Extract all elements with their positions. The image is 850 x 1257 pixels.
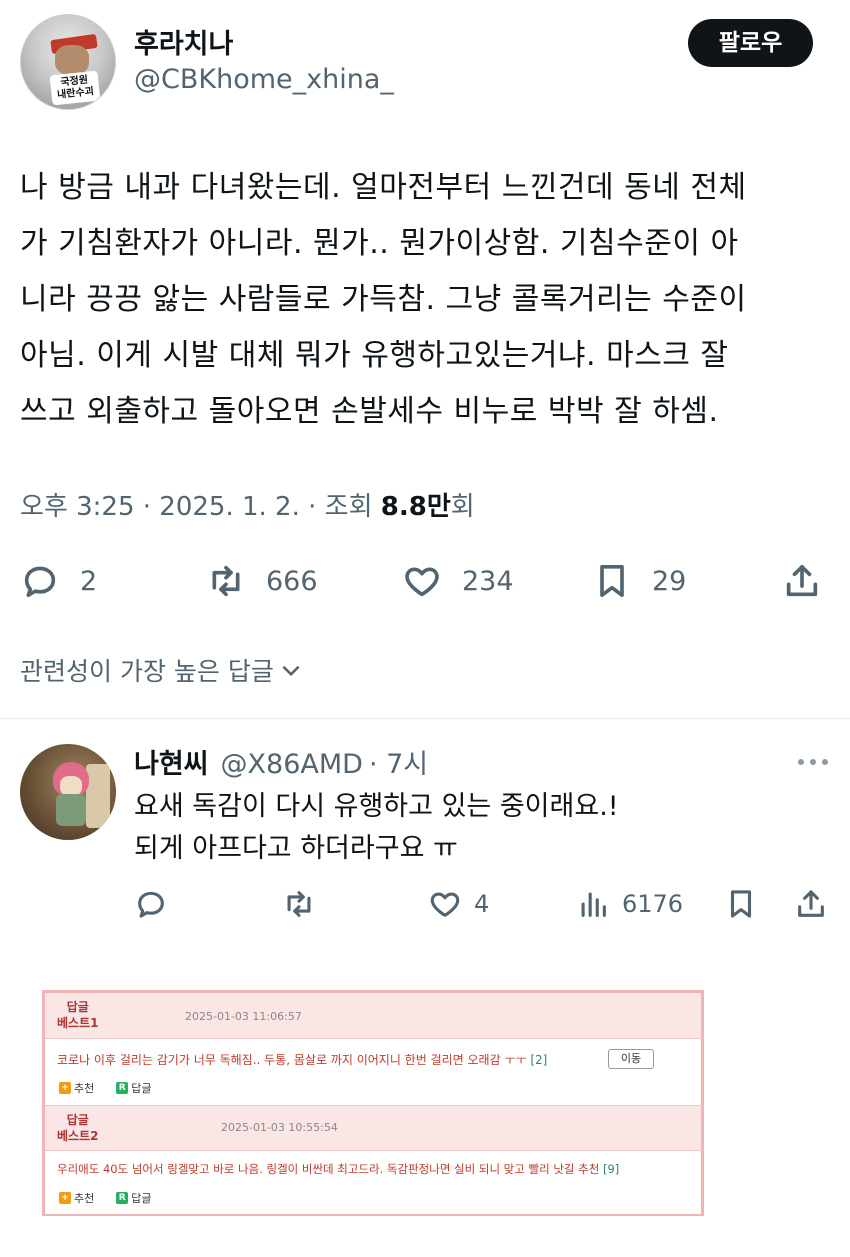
- tweet-text: 나 방금 내과 다녀왔는데. 얼마전부터 느낀건데 동네 전체 가 기침환자가 …: [20, 170, 747, 429]
- comment-reply-count: [9]: [602, 1162, 620, 1176]
- bookmark-button[interactable]: 29: [592, 556, 686, 606]
- like-count: 234: [462, 565, 514, 597]
- reply-attached-image[interactable]: 답글 베스트1 2025-01-03 11:06:57 코로나 이후 걸리는 감…: [42, 990, 704, 1216]
- plus-icon: +: [59, 1082, 71, 1094]
- retweet-button[interactable]: 666: [206, 556, 318, 606]
- reply-like-button[interactable]: 4: [428, 882, 489, 926]
- view-count-suffix: 회: [450, 492, 475, 522]
- share-icon: [798, 890, 824, 917]
- reply-icon: [24, 566, 56, 597]
- author-avatar[interactable]: 국정원 내란수괴: [20, 14, 116, 110]
- reply-retweet-button[interactable]: [282, 882, 316, 926]
- comment-rank-line2: 베스트1: [57, 1016, 99, 1030]
- comment-date: 2025-01-03 11:06:57: [185, 1010, 302, 1023]
- bookmark-icon: [730, 890, 752, 918]
- avatar-figure-face: [60, 776, 82, 796]
- share-button[interactable]: [782, 556, 822, 606]
- reply-author-avatar[interactable]: [20, 744, 116, 840]
- tweet-meta: 오후 3:25 · 2025. 1. 2. · 조회 8.8만회: [20, 486, 475, 523]
- comment-rank: 답글 베스트2: [57, 1112, 98, 1144]
- reply-like-count: 4: [474, 890, 490, 918]
- reply-count: 2: [80, 565, 98, 597]
- comment-rank-line1: 답글: [66, 1113, 89, 1127]
- plus-icon: +: [59, 1192, 71, 1204]
- avatar-face: [55, 45, 89, 75]
- avatar-figure-body: [56, 794, 86, 826]
- reply-author-name[interactable]: 나현씨: [134, 742, 209, 781]
- comment-rank-line1: 답글: [66, 1000, 89, 1014]
- replies-sort-dropdown[interactable]: 관련성이 가장 높은 답글: [20, 652, 304, 688]
- author-display-name[interactable]: 후라치나: [134, 22, 233, 61]
- bookmark-count: 29: [652, 565, 687, 597]
- comment-actions: + 추천 R 답글: [59, 1190, 152, 1206]
- avatar-cup: [86, 764, 110, 828]
- reply-actions: 4 6176: [0, 882, 850, 926]
- reply-views-button[interactable]: 6176: [576, 882, 683, 926]
- reply-label[interactable]: 답글: [131, 1190, 151, 1206]
- comment-body: 코로나 이후 걸리는 감기가 너무 독해짐.. 두통, 몸살로 까지 이어지니 …: [57, 1053, 527, 1067]
- comment-header: 답글 베스트2 2025-01-03 10:55:54: [45, 1105, 701, 1151]
- section-divider: [0, 718, 850, 719]
- comment-text: 우리애도 40도 넘어서 링겔맞고 바로 나음. 링겔이 비싼데 최고드라. 독…: [57, 1161, 619, 1177]
- retweet-icon: [212, 565, 240, 597]
- reply-icon: [138, 891, 164, 918]
- like-icon: [405, 567, 439, 597]
- comment-move-button[interactable]: 이동: [608, 1049, 654, 1069]
- reply-reply-button[interactable]: [134, 882, 168, 926]
- reply-button[interactable]: 2: [20, 556, 97, 606]
- comment-body: 우리애도 40도 넘어서 링겔맞고 바로 나음. 링겔이 비싼데 최고드라. 독…: [57, 1162, 600, 1176]
- comment-text: 코로나 이후 걸리는 감기가 너무 독해짐.. 두통, 몸살로 까지 이어지니 …: [57, 1051, 547, 1068]
- replies-sort-label: 관련성이 가장 높은 답글: [20, 657, 274, 686]
- reply-r-icon: R: [116, 1082, 129, 1094]
- reply-view-count: 6176: [622, 890, 684, 918]
- share-icon: [786, 565, 818, 597]
- view-count: 8.8만: [380, 492, 451, 522]
- follow-button[interactable]: 팔로우: [688, 19, 813, 67]
- bookmark-icon: [600, 565, 624, 597]
- tweet-timestamp[interactable]: 오후 3:25 · 2025. 1. 2. · 조회: [20, 492, 381, 522]
- reply-text: 요새 독감이 다시 유행하고 있는 중이래요.! 되게 아프다고 하더라구요 ㅠ: [134, 791, 619, 864]
- tweet-actions: 2 666 234 29: [0, 556, 850, 606]
- comment-rank-line2: 베스트2: [57, 1129, 99, 1143]
- reply-header: 나현씨 @X86AMD · 7시: [134, 742, 428, 781]
- reply-bookmark-button[interactable]: [724, 882, 758, 926]
- like-button[interactable]: 234: [402, 556, 514, 606]
- retweet-icon: [287, 891, 311, 917]
- reply-label[interactable]: 답글: [131, 1080, 151, 1096]
- reply-time[interactable]: · 7시: [369, 742, 428, 781]
- retweet-count: 666: [266, 565, 318, 597]
- reply-author-handle[interactable]: @X86AMD: [221, 749, 363, 780]
- recommend-label[interactable]: 추천: [74, 1080, 94, 1096]
- reply-r-icon: R: [116, 1192, 129, 1204]
- comment-reply-count: [2]: [530, 1053, 548, 1067]
- reply-share-button[interactable]: [794, 882, 828, 926]
- comment-actions: + 추천 R 답글: [59, 1080, 152, 1096]
- more-options-icon[interactable]: [796, 752, 830, 772]
- comment-date: 2025-01-03 10:55:54: [221, 1121, 338, 1134]
- comment-rank: 답글 베스트1: [57, 999, 98, 1031]
- like-icon: [430, 892, 460, 917]
- recommend-label[interactable]: 추천: [74, 1190, 94, 1206]
- chevron-down-icon: [282, 665, 300, 677]
- comment-header: 답글 베스트1 2025-01-03 11:06:57: [45, 993, 701, 1039]
- avatar-sticker-text: 국정원 내란수괴: [49, 70, 101, 106]
- author-handle[interactable]: @CBKhome_xhina_: [134, 64, 394, 95]
- analytics-icon: [581, 892, 606, 917]
